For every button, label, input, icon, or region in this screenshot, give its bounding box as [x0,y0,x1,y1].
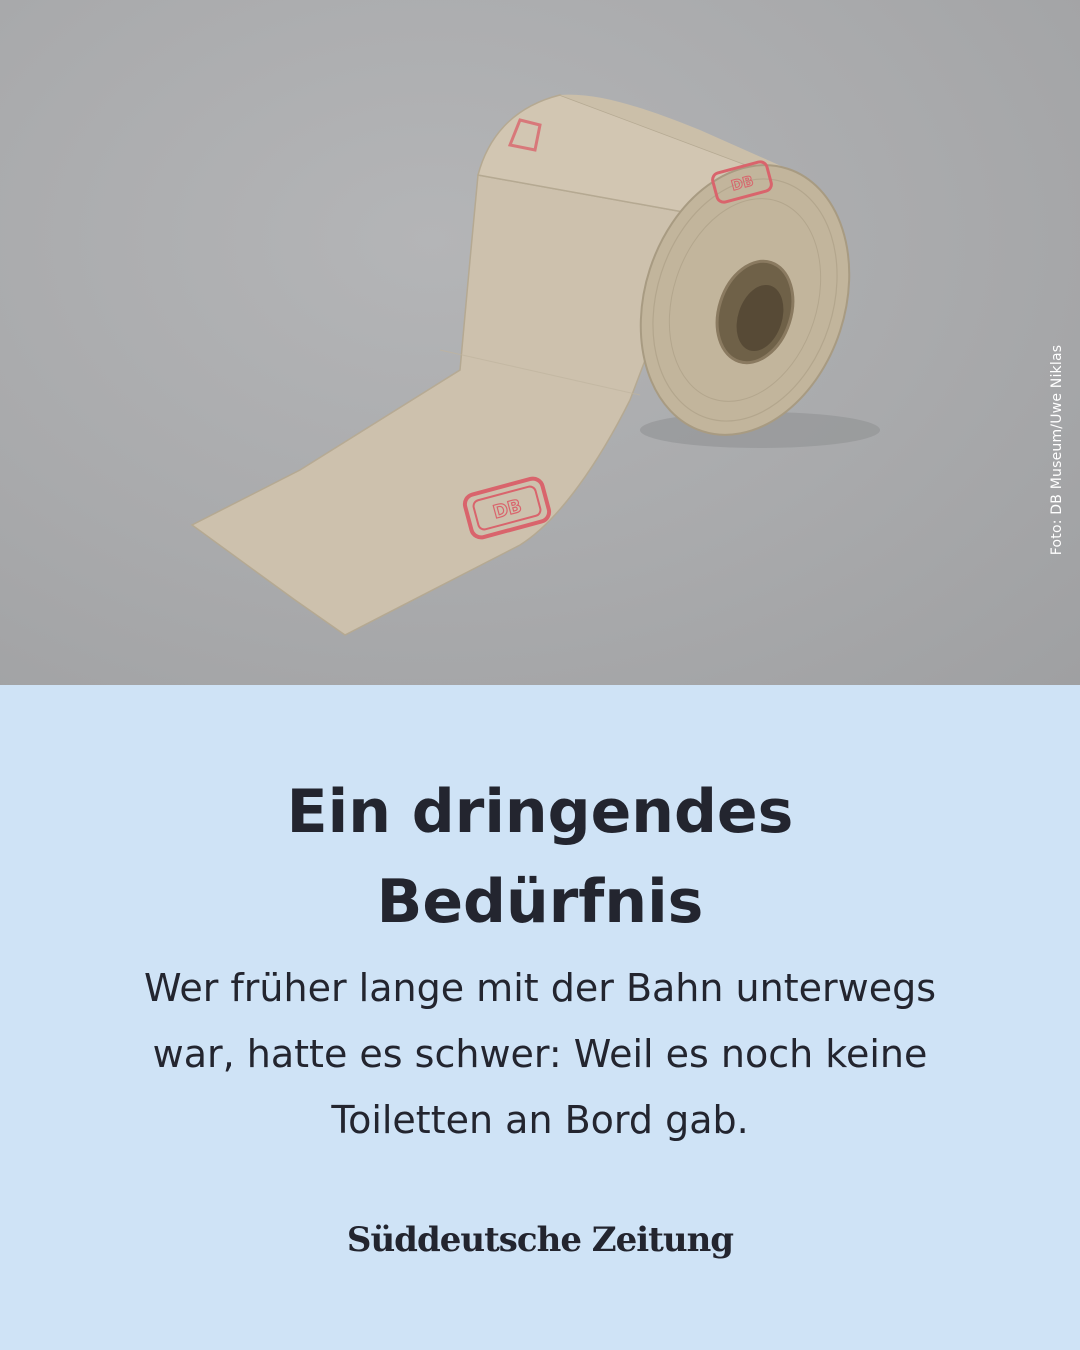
headline: Ein dringendes Bedürfnis [0,767,1080,947]
headline-line-2: Bedürfnis [376,867,704,937]
hero-photo: DB DB Foto: DB Museum/Uwe Niklas [0,0,1080,685]
paper-strip [190,174,702,636]
headline-line-1: Ein dringendes [286,777,794,847]
text-panel: Ein dringendes Bedürfnis Wer früher lang… [0,685,1080,1350]
dek-line-1: Wer früher lange mit der Bahn unterwegs [144,966,936,1010]
dek-line-3: Toiletten an Bord gab. [331,1098,749,1142]
sz-logo: Süddeutsche Zeitung [346,1220,734,1260]
toilet-paper-roll-image: DB DB [190,94,880,636]
dek: Wer früher lange mit der Bahn unterwegs … [80,955,1000,1153]
dek-line-2: war, hatte es schwer: Weil es noch keine [152,1032,928,1076]
photo-credit: Foto: DB Museum/Uwe Niklas [1049,344,1065,556]
